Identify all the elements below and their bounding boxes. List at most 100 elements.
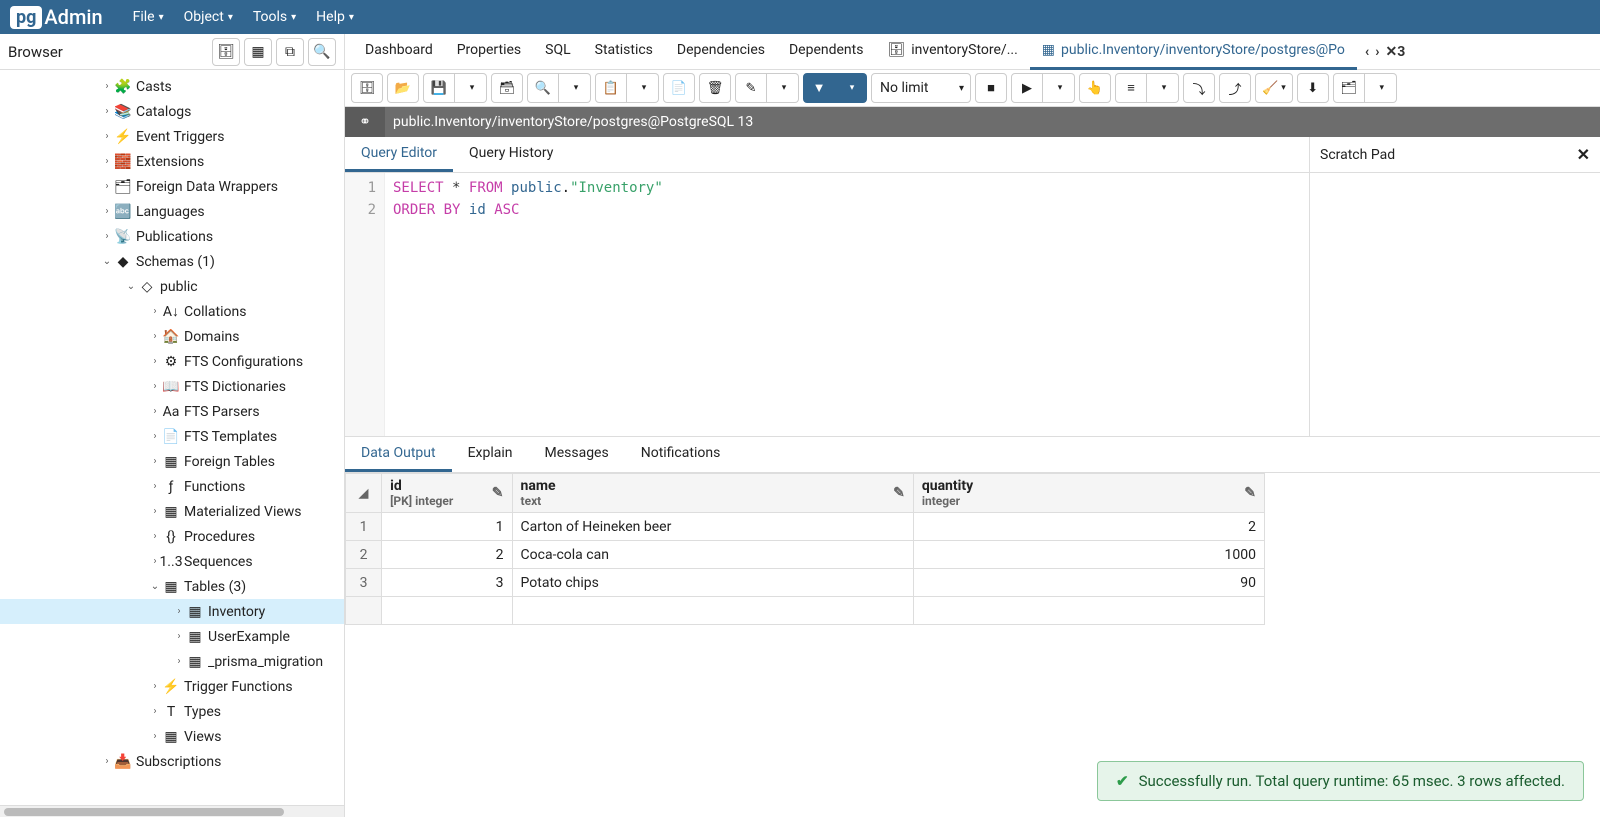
menu-file[interactable]: File	[123, 0, 174, 34]
tree-item[interactable]: ›▦Foreign Tables	[0, 449, 344, 474]
tree-item[interactable]: ›🔤Languages	[0, 199, 344, 224]
tree-item[interactable]: ›🏠Domains	[0, 324, 344, 349]
toolbar-rollback[interactable]: ⤴	[1219, 73, 1251, 103]
cell-id[interactable]: 1	[382, 513, 512, 541]
tree-item[interactable]: ›AaFTS Parsers	[0, 399, 344, 424]
tab-query-tool[interactable]: ▦ public.Inventory/inventoryStore/postgr…	[1030, 34, 1357, 70]
expand-icon[interactable]: ›	[100, 156, 114, 167]
tab-query-history[interactable]: Query History	[453, 137, 569, 172]
expand-icon[interactable]: ›	[100, 106, 114, 117]
menu-help[interactable]: Help	[306, 0, 364, 34]
tree-item[interactable]: ›A↓Collations	[0, 299, 344, 324]
tree-item[interactable]: ›🧱Extensions	[0, 149, 344, 174]
row-number[interactable]: 1	[346, 513, 382, 541]
collapse-icon[interactable]: ⌄	[124, 281, 138, 292]
browser-btn-search[interactable]: 🔍	[308, 38, 336, 66]
toolbar-download[interactable]: ⬇	[1297, 73, 1329, 103]
cell-name[interactable]: Potato chips	[512, 569, 913, 597]
sql-code[interactable]: SELECT * FROM public."Inventory" ORDER B…	[385, 173, 1309, 436]
expand-icon[interactable]: ›	[148, 306, 162, 317]
object-tree[interactable]: ›🧩Casts›📚Catalogs›⚡Event Triggers›🧱Exten…	[0, 70, 344, 805]
grid-corner[interactable]: ◢	[346, 474, 382, 513]
toolbar-copy-dd[interactable]	[627, 73, 659, 103]
sidebar-hscroll[interactable]	[0, 805, 344, 817]
toolbar-macros-dd[interactable]	[1365, 73, 1397, 103]
tab-explain[interactable]: Explain	[452, 437, 529, 472]
toolbar-copy[interactable]: 📋	[595, 73, 627, 103]
edit-col-icon[interactable]: ✎	[1244, 485, 1256, 501]
tree-item[interactable]: ›▦Views	[0, 724, 344, 749]
toolbar-filter[interactable]: ▼	[803, 73, 835, 103]
table-row[interactable]: 22Coca-cola can1000	[346, 541, 1265, 569]
tab-inventory-store[interactable]: 🗄 inventoryStore/...	[875, 34, 1029, 70]
tab-query-editor[interactable]: Query Editor	[345, 137, 453, 172]
cell-quantity[interactable]: 90	[913, 569, 1264, 597]
toolbar-paste[interactable]: 📄	[663, 73, 695, 103]
tab-properties[interactable]: Properties	[445, 34, 533, 70]
tree-item[interactable]: ›⚡Trigger Functions	[0, 674, 344, 699]
expand-icon[interactable]: ›	[100, 181, 114, 192]
toolbar-explain-analyze-dd[interactable]	[1147, 73, 1179, 103]
tree-item[interactable]: ›TTypes	[0, 699, 344, 724]
expand-icon[interactable]: ›	[172, 631, 186, 642]
tab-sql[interactable]: SQL	[533, 34, 582, 70]
tab-dependencies[interactable]: Dependencies	[665, 34, 777, 70]
expand-icon[interactable]: ›	[148, 706, 162, 717]
toolbar-clear[interactable]: 🧹	[1255, 73, 1293, 103]
tree-item[interactable]: ›📡Publications	[0, 224, 344, 249]
tab-statistics[interactable]: Statistics	[583, 34, 665, 70]
toolbar-edit-dd[interactable]	[767, 73, 799, 103]
expand-icon[interactable]: ›	[148, 356, 162, 367]
edit-col-icon[interactable]: ✎	[893, 485, 905, 501]
toolbar-save[interactable]: 💾	[423, 73, 455, 103]
expand-icon[interactable]: ›	[100, 81, 114, 92]
sql-editor[interactable]: 1 2 SELECT * FROM public."Inventory" ORD…	[345, 173, 1309, 436]
tree-item[interactable]: ›▦UserExample	[0, 624, 344, 649]
table-row[interactable]: 33Potato chips90	[346, 569, 1265, 597]
table-row[interactable]: 11Carton of Heineken beer2	[346, 513, 1265, 541]
cell-id[interactable]: 3	[382, 569, 512, 597]
expand-icon[interactable]: ›	[172, 606, 186, 617]
toolbar-delete[interactable]: 🗑	[699, 73, 731, 103]
tab-data-output[interactable]: Data Output	[345, 437, 452, 472]
tree-item[interactable]: ›{}Procedures	[0, 524, 344, 549]
tree-item[interactable]: ›⚡Event Triggers	[0, 124, 344, 149]
toolbar-edit[interactable]: ✎	[735, 73, 767, 103]
cell-name[interactable]: Coca-cola can	[512, 541, 913, 569]
cell-id[interactable]: 2	[382, 541, 512, 569]
toolbar-execute[interactable]: ▶	[1011, 73, 1043, 103]
toolbar-filter-dd[interactable]	[835, 73, 867, 103]
tree-item[interactable]: ›🗂Foreign Data Wrappers	[0, 174, 344, 199]
tree-item[interactable]: ›▦Materialized Views	[0, 499, 344, 524]
expand-icon[interactable]: ›	[148, 731, 162, 742]
browser-btn-properties[interactable]: 🗄	[212, 38, 240, 66]
connection-string[interactable]: public.Inventory/inventoryStore/postgres…	[385, 107, 1600, 137]
expand-icon[interactable]: ›	[100, 756, 114, 767]
expand-icon[interactable]: ›	[100, 206, 114, 217]
expand-icon[interactable]: ›	[148, 406, 162, 417]
cell-quantity[interactable]: 1000	[913, 541, 1264, 569]
scratch-pad-close[interactable]: ✕	[1577, 145, 1590, 164]
browser-btn-grid[interactable]: ▦	[244, 38, 272, 66]
toolbar-stop[interactable]: ■	[975, 73, 1007, 103]
expand-icon[interactable]: ›	[148, 531, 162, 542]
tab-dependents[interactable]: Dependents	[777, 34, 875, 70]
toolbar-find-dd[interactable]	[559, 73, 591, 103]
tab-messages[interactable]: Messages	[528, 437, 624, 472]
toolbar-save-data[interactable]: 🗃	[491, 73, 523, 103]
cell-quantity[interactable]: 2	[913, 513, 1264, 541]
col-header-name[interactable]: nametext ✎	[512, 474, 913, 513]
tree-item[interactable]: ›▦_prisma_migration	[0, 649, 344, 674]
tab-notifications[interactable]: Notifications	[625, 437, 737, 472]
toolbar-macros[interactable]: 🗂	[1333, 73, 1365, 103]
toolbar-explain-analyze[interactable]: ≡	[1115, 73, 1147, 103]
connection-status-icon[interactable]: ⚭	[345, 107, 385, 137]
tree-item[interactable]: ›📖FTS Dictionaries	[0, 374, 344, 399]
tree-item[interactable]: ›📚Catalogs	[0, 99, 344, 124]
expand-icon[interactable]: ›	[148, 506, 162, 517]
toolbar-find[interactable]: 🔍	[527, 73, 559, 103]
menu-tools[interactable]: Tools	[243, 0, 306, 34]
tree-item[interactable]: ⌄◆Schemas (1)	[0, 249, 344, 274]
edit-col-icon[interactable]: ✎	[492, 485, 504, 501]
tree-item[interactable]: ›⚙FTS Configurations	[0, 349, 344, 374]
